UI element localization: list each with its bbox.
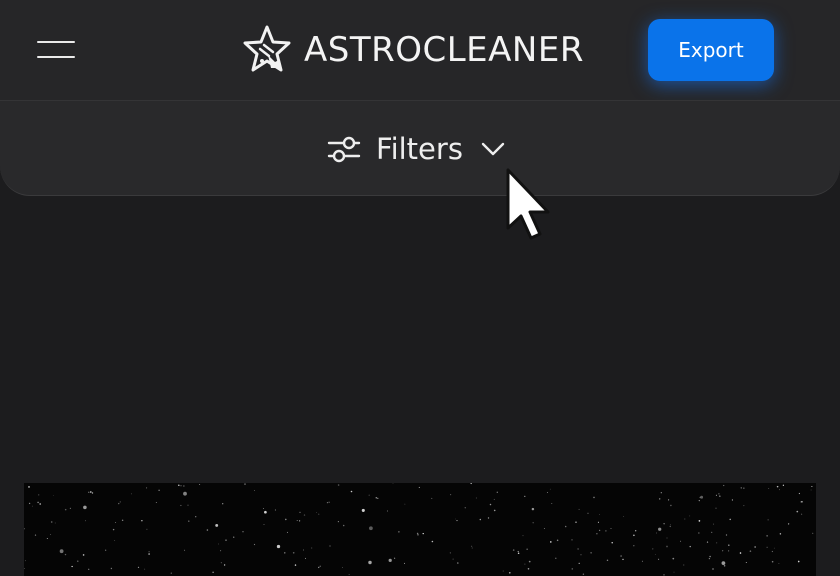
chevron-down-icon <box>481 142 505 156</box>
menu-line <box>37 56 75 58</box>
menu-line <box>37 41 75 43</box>
app-window: ASTROCLEANER Export Filters <box>0 0 840 576</box>
app-name: ASTROCLEANER <box>304 30 584 70</box>
export-button[interactable]: Export <box>648 19 774 81</box>
sliders-icon <box>327 136 361 163</box>
menu-button[interactable] <box>26 26 86 74</box>
filters-label: Filters <box>376 131 463 166</box>
star-broom-logo-icon <box>243 25 291 72</box>
brand: ASTROCLEANER <box>240 22 584 78</box>
filters-toggle[interactable]: Filters <box>326 125 507 173</box>
top-bar: ASTROCLEANER Export <box>0 0 840 100</box>
filters-panel: Filters <box>0 100 840 196</box>
starfield-image <box>24 483 814 576</box>
image-preview[interactable] <box>24 483 816 576</box>
